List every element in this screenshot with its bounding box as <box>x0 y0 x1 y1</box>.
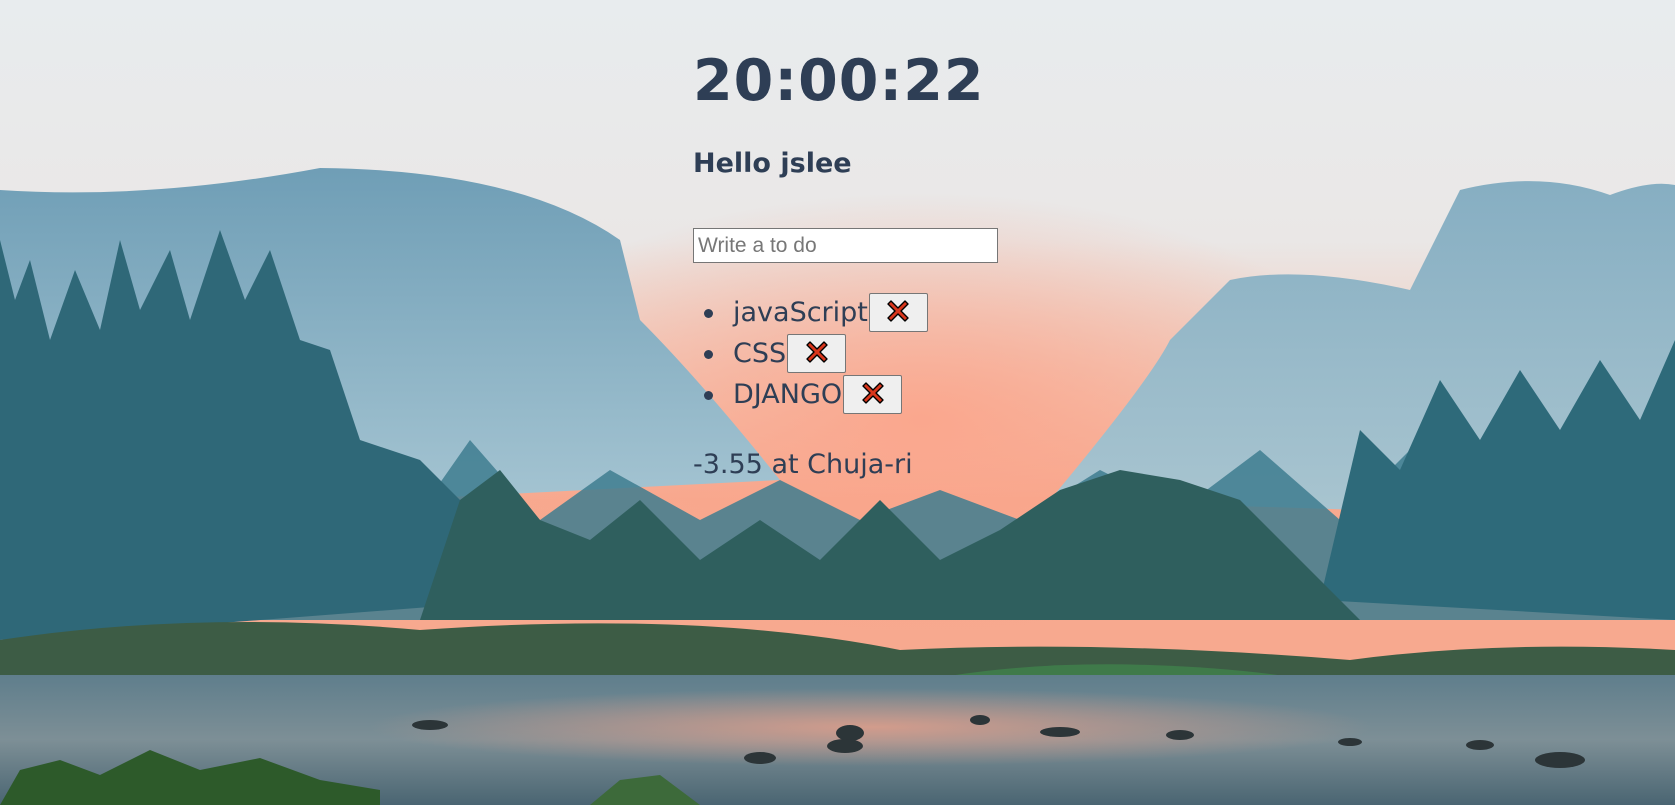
greeting-text: Hello jslee <box>693 148 852 179</box>
clock-display: 20:00:22 <box>693 48 985 114</box>
todo-form <box>693 228 998 263</box>
bullet-icon <box>704 350 713 359</box>
red-x-icon <box>804 339 830 368</box>
todo-text: DJANGO <box>733 379 843 410</box>
red-x-icon <box>860 380 886 409</box>
weather-text: -3.55 at Chuja-ri <box>693 449 913 480</box>
todo-text: CSS <box>733 338 787 369</box>
delete-todo-button[interactable] <box>787 334 847 373</box>
bullet-icon <box>704 309 713 318</box>
todo-list: javaScript CSS DJANGO <box>693 292 928 415</box>
list-item: javaScript <box>704 292 928 333</box>
list-item: DJANGO <box>704 374 928 415</box>
todo-text: javaScript <box>733 297 868 328</box>
list-item: CSS <box>704 333 928 374</box>
delete-todo-button[interactable] <box>843 375 903 414</box>
main-content: 20:00:22 Hello jslee javaScript CSS <box>693 40 1293 480</box>
bullet-icon <box>704 391 713 400</box>
red-x-icon <box>885 298 911 327</box>
todo-input[interactable] <box>693 228 998 263</box>
delete-todo-button[interactable] <box>868 293 928 332</box>
